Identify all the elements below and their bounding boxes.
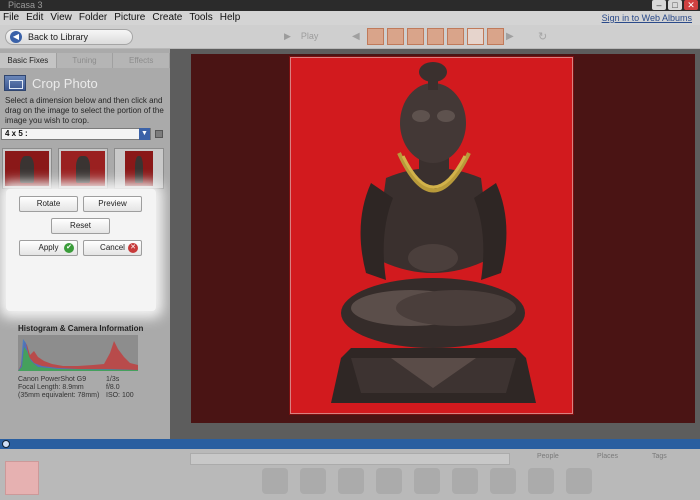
play-button[interactable]: ▶ Play <box>284 31 318 42</box>
photo-viewer <box>170 49 700 439</box>
menu-edit[interactable]: Edit <box>23 11 47 25</box>
rotate-button[interactable]: Rotate <box>19 196 78 212</box>
shutter-speed: 1/3s <box>106 376 120 383</box>
sign-in-link[interactable]: Sign in to Web Albums <box>602 11 692 25</box>
maximize-button[interactable]: □ <box>668 0 682 10</box>
histogram <box>18 335 138 371</box>
tray-controls <box>190 453 510 465</box>
places-button[interactable]: Places <box>597 453 643 465</box>
geotag-icon[interactable] <box>566 468 592 494</box>
people-button[interactable]: People <box>537 453 589 465</box>
print-icon[interactable] <box>338 468 364 494</box>
tray-action-icons <box>262 468 592 494</box>
filmstrip <box>367 28 504 45</box>
filmstrip-thumbnail[interactable] <box>427 28 444 45</box>
chevron-down-icon[interactable]: ▼ <box>139 128 150 140</box>
menu-folder[interactable]: Folder <box>76 11 111 25</box>
focal-equivalent: (35mm equivalent: 78mm) <box>18 392 100 399</box>
crop-title: Crop Photo <box>32 75 98 91</box>
apply-button[interactable]: Apply ✔ <box>19 240 78 256</box>
photo-tray: People Places Tags <box>0 449 700 500</box>
tab-basic-fixes[interactable]: Basic Fixes <box>0 53 57 68</box>
crop-presets <box>2 148 164 189</box>
focal-length: Focal Length: 8.9mm <box>18 384 84 391</box>
apply-label: Apply <box>38 243 59 252</box>
reset-button[interactable]: Reset <box>51 218 110 234</box>
menu-tools[interactable]: Tools <box>186 11 216 25</box>
tab-tuning[interactable]: Tuning <box>56 53 114 68</box>
places-label: Places <box>597 453 619 460</box>
export-icon[interactable] <box>376 468 402 494</box>
crop-ratio-value: 4 x 5 : <box>5 129 28 138</box>
menu-file[interactable]: File <box>0 11 23 25</box>
filmstrip-thumbnail[interactable] <box>407 28 424 45</box>
window-controls: – □ ✕ <box>652 0 698 10</box>
aperture: f/8.0 <box>106 384 120 391</box>
status-indicator-icon <box>2 440 10 448</box>
toolbar: ◀ Back to Library ▶ Play ◀ ▶ ↻ <box>0 25 700 49</box>
checkmark-icon: ✔ <box>64 243 74 253</box>
shop-icon[interactable] <box>414 468 440 494</box>
camera-model: Canon PowerShot G9 <box>18 376 87 383</box>
back-to-library-button[interactable]: ◀ Back to Library <box>5 29 133 45</box>
iso: ISO: 100 <box>106 392 134 399</box>
crop-icon <box>4 75 26 91</box>
window-title: Picasa 3 <box>8 0 43 10</box>
upload-icon[interactable] <box>262 468 288 494</box>
status-bar <box>0 439 700 449</box>
crop-preset-thumbnail[interactable] <box>114 148 164 189</box>
cancel-label: Cancel <box>100 243 125 252</box>
previous-photo-icon[interactable]: ◀ <box>352 31 360 42</box>
play-label: Play <box>300 31 319 41</box>
cancel-button[interactable]: Cancel ✕ <box>83 240 142 256</box>
menu-create[interactable]: Create <box>149 11 186 25</box>
filmstrip-thumbnail[interactable] <box>387 28 404 45</box>
crop-ratio-options-icon[interactable] <box>155 130 163 138</box>
preview-button[interactable]: Preview <box>83 196 142 212</box>
crop-preset-thumbnail[interactable] <box>2 148 52 189</box>
edit-tabs: Basic Fixes Tuning Effects <box>0 53 171 68</box>
camera-info: Canon PowerShot G9 1/3s Focal Length: 8.9… <box>18 376 148 400</box>
title-bar: Picasa 3 – □ ✕ <box>0 0 700 11</box>
email-icon[interactable] <box>300 468 326 494</box>
tags-label: Tags <box>652 453 667 460</box>
menu-view[interactable]: View <box>47 11 76 25</box>
crop-description: Select a dimension below and then click … <box>5 96 164 125</box>
filmstrip-thumbnail[interactable] <box>487 28 504 45</box>
close-button[interactable]: ✕ <box>684 0 698 10</box>
people-label: People <box>537 453 559 460</box>
menu-picture[interactable]: Picture <box>111 11 149 25</box>
statue-photo <box>331 62 536 403</box>
filmstrip-thumbnail[interactable] <box>367 28 384 45</box>
collage-icon[interactable] <box>490 468 516 494</box>
crop-selection[interactable] <box>290 57 573 414</box>
filmstrip-thumbnail[interactable] <box>447 28 464 45</box>
crop-controls: Rotate Preview Reset Apply ✔ Cancel ✕ <box>6 189 156 311</box>
crop-header: Crop Photo <box>4 75 98 91</box>
tab-effects[interactable]: Effects <box>113 53 171 68</box>
tray-thumbnail[interactable] <box>5 461 39 495</box>
crop-preset-thumbnail[interactable] <box>58 148 108 189</box>
minimize-button[interactable]: – <box>652 0 666 10</box>
next-photo-icon[interactable]: ▶ <box>506 31 514 42</box>
edit-panel: Basic Fixes Tuning Effects Crop Photo Se… <box>0 49 171 439</box>
menu-bar: File Edit View Folder Picture Create Too… <box>0 11 700 25</box>
movie-icon[interactable] <box>528 468 554 494</box>
crop-ratio-select[interactable]: 4 x 5 : ▼ <box>1 128 151 140</box>
menu-help[interactable]: Help <box>217 11 245 25</box>
play-icon: ▶ <box>284 31 291 41</box>
rotate-icon[interactable]: ↻ <box>538 30 547 43</box>
tags-button[interactable]: Tags <box>652 453 694 465</box>
close-icon: ✕ <box>128 243 138 253</box>
histogram-title: Histogram & Camera Information <box>18 324 144 333</box>
back-arrow-icon: ◀ <box>10 31 22 43</box>
blog-icon[interactable] <box>452 468 478 494</box>
filmstrip-thumbnail[interactable] <box>467 28 484 45</box>
back-to-library-label: Back to Library <box>28 32 89 42</box>
